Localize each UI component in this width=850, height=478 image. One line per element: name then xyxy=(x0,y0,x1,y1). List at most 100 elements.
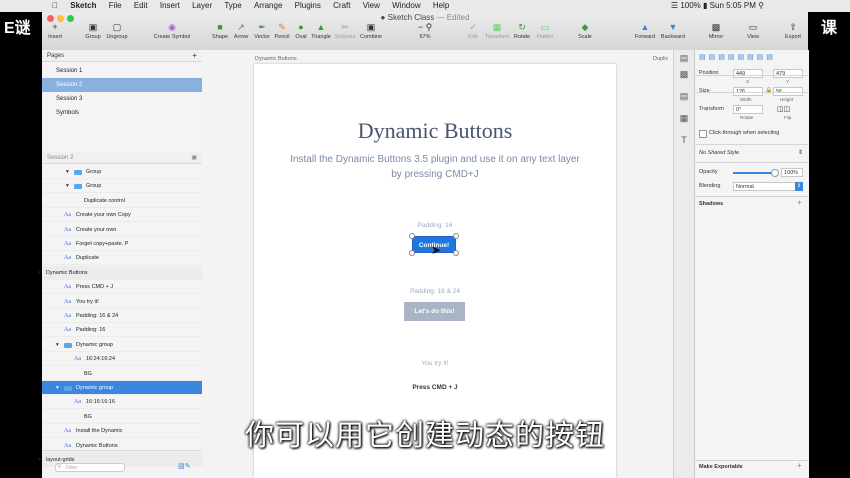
filter-input[interactable]: Filter xyxy=(55,463,125,472)
menu-layer[interactable]: Layer xyxy=(187,0,217,12)
menu-help[interactable]: Help xyxy=(428,0,454,12)
disclosure-triangle-icon[interactable]: ▾ xyxy=(38,266,41,280)
combine-button[interactable]: ▣ Combine xyxy=(354,22,388,40)
flatten-button[interactable]: ▭ Flatten xyxy=(528,22,562,40)
view-button[interactable]: ▭ View xyxy=(736,22,770,40)
page-item-symbols[interactable]: Symbols xyxy=(42,106,202,120)
menu-sketch[interactable]: Sketch xyxy=(65,0,101,12)
text-layer-icon[interactable]: T xyxy=(678,134,690,146)
filter-options-icon[interactable]: ▧✎ xyxy=(178,462,190,470)
menu-file[interactable]: File xyxy=(104,0,127,12)
layer-row[interactable]: ▾ Dynamic group xyxy=(42,381,202,395)
opacity-slider-knob[interactable] xyxy=(771,169,779,177)
menu-arrange[interactable]: Arrange xyxy=(249,0,287,12)
layer-row[interactable]: ▾ Group xyxy=(42,179,202,194)
add-page-icon[interactable]: + xyxy=(192,50,197,62)
wifi-icon[interactable]: ☰ xyxy=(671,1,678,10)
clock[interactable]: Sun 5:05 PM xyxy=(710,1,756,10)
disclosure-triangle-icon[interactable]: ▾ xyxy=(38,453,41,467)
layer-row[interactable]: Aa Padding: 16 xyxy=(42,323,202,338)
lets-do-this-button[interactable]: Let's do this! xyxy=(404,302,465,321)
insert-button[interactable]: + Insert xyxy=(38,22,72,40)
battery-icon[interactable]: ▮ xyxy=(703,1,707,10)
layer-row[interactable]: Aa Press CMD + J xyxy=(42,280,202,295)
collapse-layers-icon[interactable]: ▣ xyxy=(191,152,197,164)
page-item-session-2[interactable]: Session 2 xyxy=(42,78,202,92)
menu-type[interactable]: Type xyxy=(219,0,246,12)
padding-label-2[interactable]: Padding: 16 & 24 xyxy=(254,288,616,295)
layer-style-icon[interactable]: ▩ xyxy=(678,68,690,80)
alignment-tools[interactable]: ▤▤▤▤▤▤▤▤ xyxy=(699,53,776,61)
menu-window[interactable]: Window xyxy=(387,0,425,12)
position-x-input[interactable]: 449 xyxy=(733,69,763,78)
layer-row[interactable]: Aa 16:24:16:24 xyxy=(42,352,202,367)
menu-craft[interactable]: Craft xyxy=(328,0,355,12)
click-through-checkbox[interactable] xyxy=(699,130,707,138)
create-symbol-button[interactable]: ◉ Create Symbol xyxy=(152,22,192,40)
layer-row[interactable]: BG xyxy=(42,410,202,424)
artboard-row[interactable]: ▾ Dynamic Buttons xyxy=(38,265,202,280)
disclosure-triangle-icon[interactable]: ▾ xyxy=(66,165,69,179)
align-icon[interactable]: ▤ xyxy=(678,52,690,64)
backward-button[interactable]: ▼ Backward xyxy=(656,22,690,40)
position-y-input[interactable]: 479 xyxy=(773,69,803,78)
layer-row[interactable]: Aa Create your own Copy xyxy=(42,208,202,223)
export-button[interactable]: ⇧ Export xyxy=(776,22,810,40)
text-style-icon[interactable]: ▤ xyxy=(678,90,690,102)
artboard-title[interactable]: Dynamic Buttons xyxy=(254,118,616,144)
blending-chevron-icon[interactable]: ⇕ xyxy=(795,182,803,191)
resize-handle-tl[interactable] xyxy=(409,233,415,239)
resize-handle-br[interactable] xyxy=(453,250,459,256)
artboard-subtitle[interactable]: Install the Dynamic Buttons 3.5 plugin a… xyxy=(290,152,580,182)
menu-view[interactable]: View xyxy=(358,0,385,12)
text-layer-icon: Aa xyxy=(64,226,71,233)
blending-select[interactable]: Normal xyxy=(733,182,803,191)
group-label: Group xyxy=(85,34,101,40)
layer-row[interactable]: Aa Create your own xyxy=(42,223,202,237)
layer-row[interactable]: ▾ Group xyxy=(42,165,202,179)
padding-label-1[interactable]: Padding: 16 xyxy=(254,222,616,229)
layer-row[interactable]: Aa Padding: 16 & 24 xyxy=(42,309,202,323)
flip-buttons[interactable]: ◫◫ xyxy=(777,105,790,113)
menu-edit[interactable]: Edit xyxy=(129,0,153,12)
zoom-control[interactable]: − ⚲ 67% xyxy=(408,22,442,40)
scale-label: Scale xyxy=(578,34,592,40)
scale-button[interactable]: ◆ Scale xyxy=(568,22,602,40)
layer-row[interactable]: Aa 16:16:16:16 xyxy=(42,395,202,410)
apple-icon[interactable]:  xyxy=(0,0,63,12)
disclosure-triangle-icon[interactable]: ▾ xyxy=(66,179,69,193)
disclosure-triangle-icon[interactable]: ▾ xyxy=(56,381,59,395)
press-cmd-label[interactable]: Press CMD + J xyxy=(254,384,616,391)
layer-row[interactable]: Duplicate control xyxy=(42,194,202,208)
resize-handle-tr[interactable] xyxy=(453,233,459,239)
add-export-icon[interactable]: + xyxy=(797,461,802,470)
shared-style-chevron-icon[interactable]: ⇕ xyxy=(798,149,803,156)
opacity-slider[interactable] xyxy=(733,172,773,174)
menu-insert[interactable]: Insert xyxy=(155,0,185,12)
width-sublabel: Width xyxy=(740,97,752,102)
layer-row[interactable]: Aa You try it! xyxy=(42,295,202,309)
opacity-input[interactable]: 100% xyxy=(781,168,803,177)
brand-logo: E谜 xyxy=(4,20,31,37)
layer-row[interactable]: Aa Forget copy+paste. P xyxy=(42,237,202,251)
layer-row[interactable]: BG xyxy=(42,367,202,381)
mirror-button[interactable]: ▩ Mirror xyxy=(699,22,733,40)
page-item-session-3[interactable]: Session 3 xyxy=(42,92,202,106)
resize-handle-bl[interactable] xyxy=(409,250,415,256)
layer-name: Dynamic group xyxy=(76,341,113,348)
shared-style-select[interactable]: No Shared Style xyxy=(699,150,739,156)
disclosure-triangle-icon[interactable]: ▾ xyxy=(56,338,59,352)
layer-row[interactable]: ▾ Dynamic group xyxy=(42,338,202,352)
search-icon[interactable]: ⚲ xyxy=(758,1,764,10)
artboard-label-next[interactable]: Duplic xyxy=(653,56,668,62)
menu-plugins[interactable]: Plugins xyxy=(290,0,326,12)
image-icon[interactable]: ▦ xyxy=(678,112,690,124)
rotate-input[interactable]: 0° xyxy=(733,105,763,114)
layer-row[interactable]: Aa Duplicate xyxy=(42,251,202,266)
layer-row[interactable]: Aa Install the Dynamic xyxy=(42,424,202,439)
add-shadow-icon[interactable]: + xyxy=(797,198,802,207)
artboard-label[interactable]: Dynamic Buttons xyxy=(255,56,297,62)
you-try-label[interactable]: You try it! xyxy=(254,360,616,367)
ungroup-button[interactable]: ▢ Ungroup xyxy=(100,22,134,40)
page-item-session-1[interactable]: Session 1 xyxy=(42,64,202,78)
